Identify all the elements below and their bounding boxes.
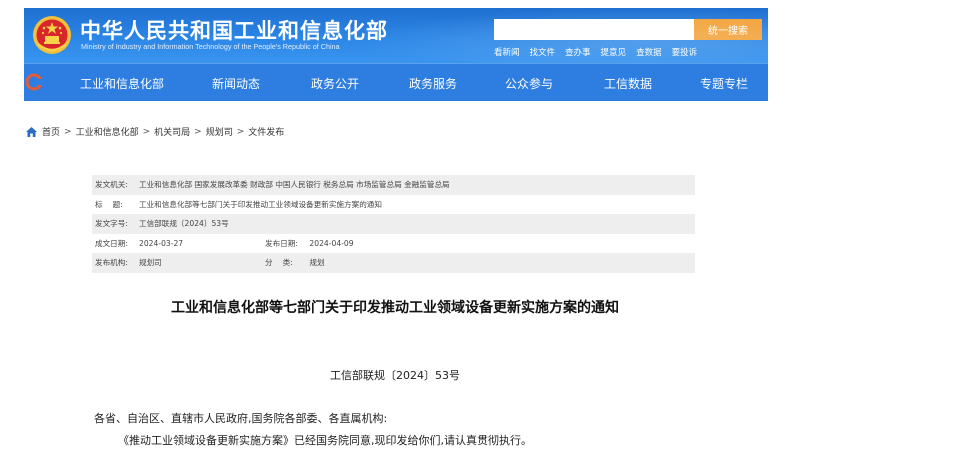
nav-item-services[interactable]: 政务服务 (409, 75, 457, 92)
nav-item-data[interactable]: 工信数据 (604, 75, 652, 92)
meta-label: 发文字号: (95, 219, 128, 229)
quick-link-feedback[interactable]: 提意见 (601, 46, 627, 58)
meta-row-org: 发布机构: 规划司 分 类: 规划 (92, 253, 695, 273)
meta-row-title: 标 题: 工业和信息化部等七部门关于印发推动工业领域设备更新实施方案的通知 (92, 195, 695, 215)
meta-created-date: 2024-03-27 (139, 238, 184, 248)
meta-label: 发文机关: (95, 180, 128, 190)
meta-row-issuer: 发文机关: 工业和信息化部 国家发展改革委 财政部 中国人民银行 税务总局 市场… (92, 175, 695, 195)
meta-label: 发布日期: (265, 238, 298, 248)
nav-item-participation[interactable]: 公众参与 (505, 75, 553, 92)
quick-link-documents[interactable]: 找文件 (530, 46, 556, 58)
document-body-paragraph: 《推动工业领域设备更新实施方案》已经国务院同意,现印发给你们,请认真贯彻执行。 (118, 434, 532, 447)
meta-published-date: 2024-04-09 (309, 238, 354, 248)
breadcrumb-separator: > (194, 126, 202, 137)
meta-row-number: 发文字号: 工信部联规〔2024〕53号 (92, 214, 695, 234)
national-emblem-icon (33, 16, 71, 54)
breadcrumb-home[interactable]: 首页 (42, 125, 60, 138)
nav-item-miit[interactable]: 工业和信息化部 (80, 75, 164, 92)
document-salutation: 各省、自治区、直辖市人民政府,国务院各部委、各直属机构: (94, 412, 388, 425)
quick-link-services[interactable]: 查办事 (565, 46, 591, 58)
breadcrumb-separator: > (236, 126, 245, 137)
meta-row-dates: 成文日期: 2024-03-27 发布日期: 2024-04-09 (92, 234, 695, 254)
main-nav: 工业和信息化部 新闻动态 政务公开 政务服务 公众参与 工信数据 专题专栏 (24, 63, 768, 101)
meta-label: 分 类: (265, 258, 293, 268)
quick-link-news[interactable]: 看新闻 (494, 46, 520, 58)
quick-link-data[interactable]: 查数据 (636, 46, 662, 58)
nav-item-news[interactable]: 新闻动态 (212, 75, 260, 92)
nav-item-topics[interactable]: 专题专栏 (700, 75, 748, 92)
quick-link-complaint[interactable]: 要投诉 (672, 46, 698, 58)
breadcrumb-departments[interactable]: 机关司局 (154, 125, 190, 138)
meta-label: 标 题: (95, 199, 123, 209)
meta-title: 工业和信息化部等七部门关于印发推动工业领域设备更新实施方案的通知 (139, 199, 382, 209)
meta-number: 工信部联规〔2024〕53号 (139, 219, 229, 229)
meta-category: 规划 (309, 258, 325, 268)
quick-links: 看新闻 找文件 查办事 提意见 查数据 要投诉 (494, 46, 697, 58)
site-subtitle: Ministry of Industry and Information Tec… (81, 42, 340, 51)
site-title: 中华人民共和国工业和信息化部 (80, 19, 388, 43)
search-button[interactable]: 统一搜索 (694, 19, 762, 40)
breadcrumb-separator: > (142, 126, 151, 137)
breadcrumb-releases[interactable]: 文件发布 (248, 125, 284, 138)
breadcrumb-miit[interactable]: 工业和信息化部 (76, 125, 139, 138)
breadcrumb: 首页 > 工业和信息化部 > 机关司局 > 规划司 > 文件发布 (26, 125, 284, 138)
site-header: 中华人民共和国工业和信息化部 Ministry of Industry and … (24, 8, 768, 63)
document-number: 工信部联规〔2024〕53号 (330, 369, 460, 382)
meta-org: 规划司 (139, 258, 162, 268)
document-meta-table: 发文机关: 工业和信息化部 国家发展改革委 财政部 中国人民银行 税务总局 市场… (92, 175, 695, 273)
meta-label: 发布机构: (95, 258, 128, 268)
meta-issuer: 工业和信息化部 国家发展改革委 财政部 中国人民银行 税务总局 市场监管总局 金… (139, 180, 450, 190)
breadcrumb-planning[interactable]: 规划司 (206, 125, 233, 138)
meta-label: 成文日期: (95, 238, 128, 248)
nav-item-public-affairs[interactable]: 政务公开 (311, 75, 359, 92)
breadcrumb-separator: > (64, 126, 72, 137)
search-input[interactable] (494, 19, 694, 40)
home-icon (26, 126, 37, 137)
document-title: 工业和信息化部等七部门关于印发推动工业领域设备更新实施方案的通知 (171, 300, 619, 316)
